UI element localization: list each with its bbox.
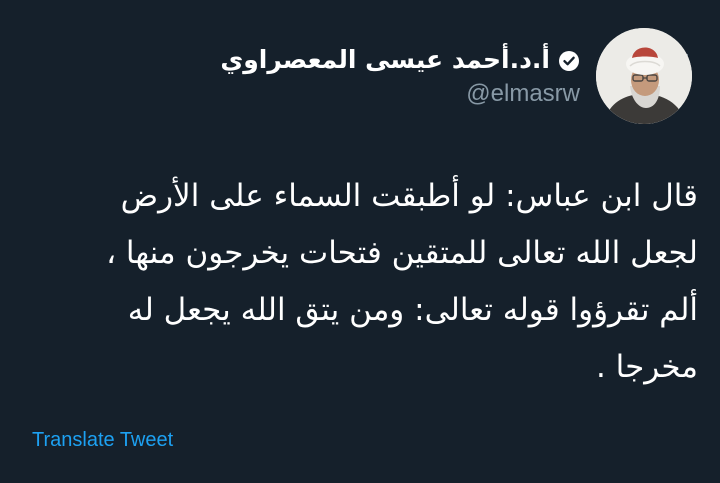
author-name-row[interactable]: أ.د.أحمد عيسى المعصراوي [220, 43, 580, 77]
author-display-name[interactable]: أ.د.أحمد عيسى المعصراوي [220, 43, 550, 77]
author-names: أ.د.أحمد عيسى المعصراوي @elmasrw [220, 43, 580, 109]
translate-tweet-link[interactable]: Translate Tweet [32, 427, 173, 453]
author-handle[interactable]: @elmasrw [466, 79, 580, 109]
tweet-text-line: مخرجا . [595, 349, 698, 385]
avatar[interactable] [596, 28, 692, 124]
tweet-header: أ.د.أحمد عيسى المعصراوي @elmasrw [220, 28, 692, 124]
tweet-text-line: لجعل الله تعالى للمتقين فتحات يخرجون منه… [106, 235, 698, 271]
tweet-text-line: ألم تقرؤوا قوله تعالى: ومن يتق الله يجعل… [127, 292, 698, 328]
tweet-text: قال ابن عباس: لو أطبقت السماء على الأرض … [38, 168, 698, 396]
tweet-card: أ.د.أحمد عيسى المعصراوي @elmasrw قال ابن… [0, 0, 720, 483]
verified-badge-icon [558, 50, 580, 72]
tweet-text-line: قال ابن عباس: لو أطبقت السماء على الأرض [120, 178, 698, 214]
